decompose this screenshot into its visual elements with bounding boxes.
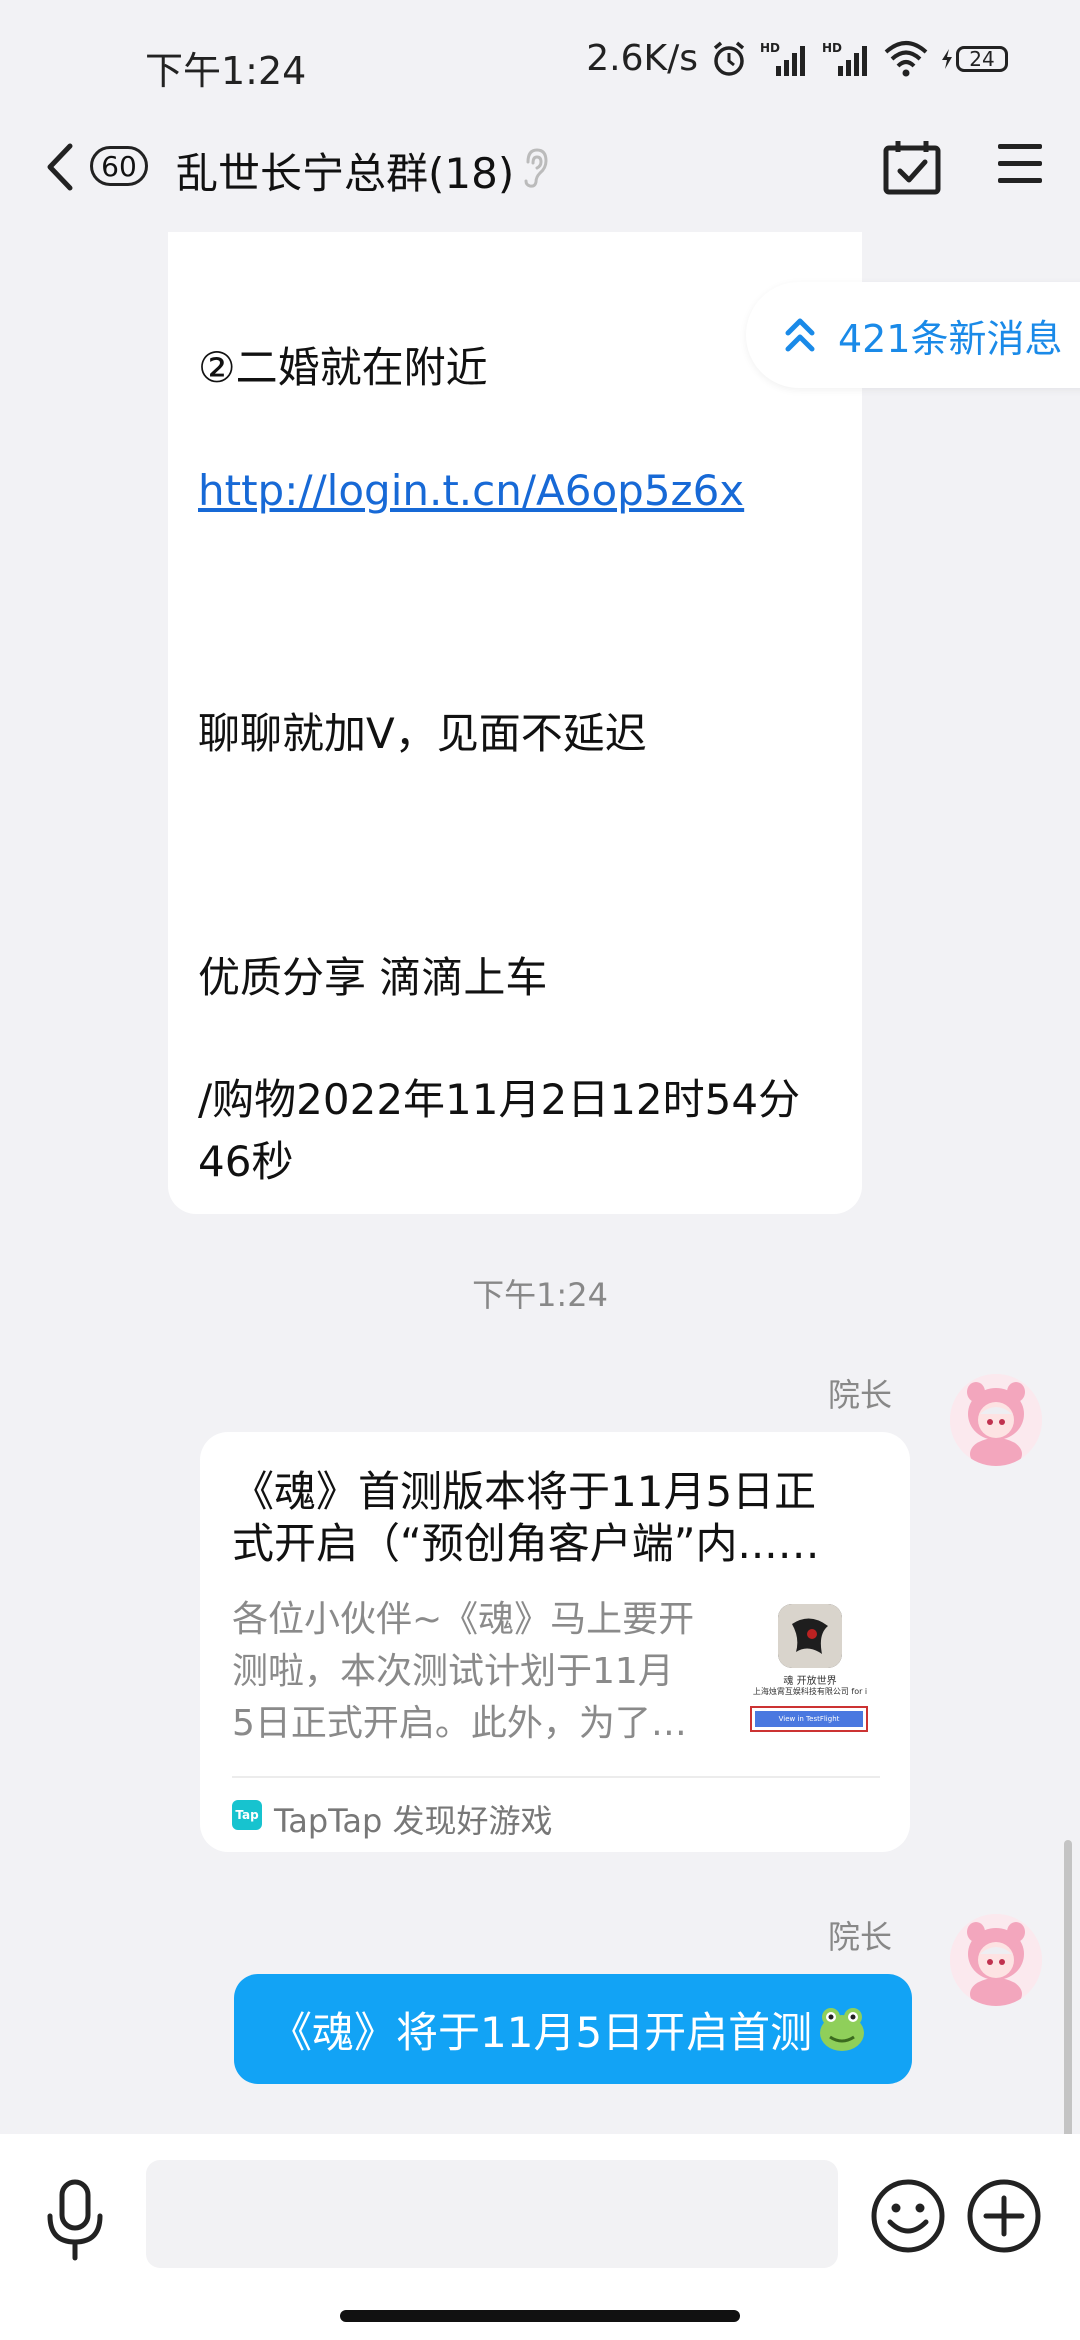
thumb-button: View in TestFlight (755, 1711, 863, 1727)
avatar[interactable] (950, 1374, 1042, 1466)
taptap-logo-icon: Tap (232, 1800, 262, 1830)
signal-hd-1-icon: HD (760, 41, 805, 76)
scrollbar-thumb[interactable] (1064, 1840, 1072, 2140)
message-input[interactable] (146, 2160, 838, 2268)
share-card-title: 式开启（“预创角客户端”内...… (232, 1519, 820, 1568)
message-line: 聊聊就加V，见面不延迟 (198, 709, 647, 758)
message-timestamp: 下午1:24 (472, 1276, 608, 1314)
share-card-description: 测啦，本次测试计划于11月 (232, 1651, 674, 1692)
status-indicators: 2.6K/s HD HD 24 (586, 38, 1008, 79)
message-text: 《魂》将于11月5日开启首测 (270, 2007, 813, 2057)
avatar[interactable] (950, 1914, 1042, 2006)
ear-icon (524, 148, 548, 188)
double-chevron-up-icon (785, 318, 815, 352)
message-bubble-sent[interactable]: 《魂》将于11月5日开启首测 (234, 1974, 912, 2084)
plus-icon[interactable] (966, 2178, 1042, 2254)
svg-text:HD: HD (822, 41, 842, 55)
avatar-image (950, 1374, 1042, 1466)
share-card-description: 5日正式开启。此外，为了… (232, 1703, 687, 1744)
game-app-icon (778, 1604, 842, 1668)
thumb-company: 上海烛霄互娱科技有限公司 for i (752, 1687, 868, 1696)
share-card-source: TapTap 发现好游戏 (274, 1802, 553, 1840)
microphone-icon[interactable] (42, 2178, 108, 2262)
message-link[interactable]: http://login.t.cn/A6op5z6x (198, 466, 744, 515)
card-divider (232, 1776, 880, 1778)
new-messages-label: 421条新消息 (838, 316, 1063, 361)
calendar-check-icon[interactable] (882, 138, 942, 196)
home-indicator[interactable] (340, 2310, 740, 2322)
message-line: ②二婚就在附近 (198, 343, 488, 392)
svg-text:HD: HD (760, 41, 780, 55)
thumb-button-frame: View in TestFlight (750, 1706, 868, 1732)
message-line: /购物2022年11月2日12时54分 (198, 1075, 801, 1124)
share-card-title: 《魂》首测版本将于11月5日正 (232, 1467, 817, 1516)
frog-emoji-icon (820, 2008, 865, 2051)
network-speed: 2.6K/s (586, 38, 698, 79)
message-line: 46秒 (198, 1137, 294, 1186)
charging-bolt-icon (942, 48, 952, 69)
new-messages-button[interactable]: 421条新消息 (746, 282, 1080, 388)
alarm-icon (713, 41, 745, 76)
menu-icon[interactable] (996, 142, 1044, 186)
game-logo-icon (778, 1604, 842, 1668)
back-arrow-icon[interactable] (40, 140, 80, 194)
share-card-description: 各位小伙伴~《魂》马上要开 (232, 1599, 695, 1640)
message-line: 优质分享 滴滴上车 (198, 953, 548, 1002)
status-time: 下午1:24 (145, 49, 307, 93)
share-card-thumbnail: 魂 开放世界 上海烛霄互娱科技有限公司 for i View in TestFl… (740, 1596, 880, 1740)
signal-hd-2-icon: HD (822, 41, 867, 76)
avatar-image (950, 1914, 1042, 2006)
wifi-icon (884, 40, 928, 76)
unread-count-badge[interactable]: 60 (90, 146, 148, 186)
battery-icon: 24 (940, 45, 1008, 72)
sender-name: 院长 (828, 1918, 893, 1956)
sender-name: 院长 (828, 1376, 893, 1414)
emoji-icon[interactable] (870, 2178, 946, 2254)
thumb-caption: 魂 开放世界 (783, 1676, 837, 1687)
battery-level: 24 (956, 45, 1008, 72)
group-title[interactable]: 乱世长宁总群(18) (176, 140, 514, 201)
